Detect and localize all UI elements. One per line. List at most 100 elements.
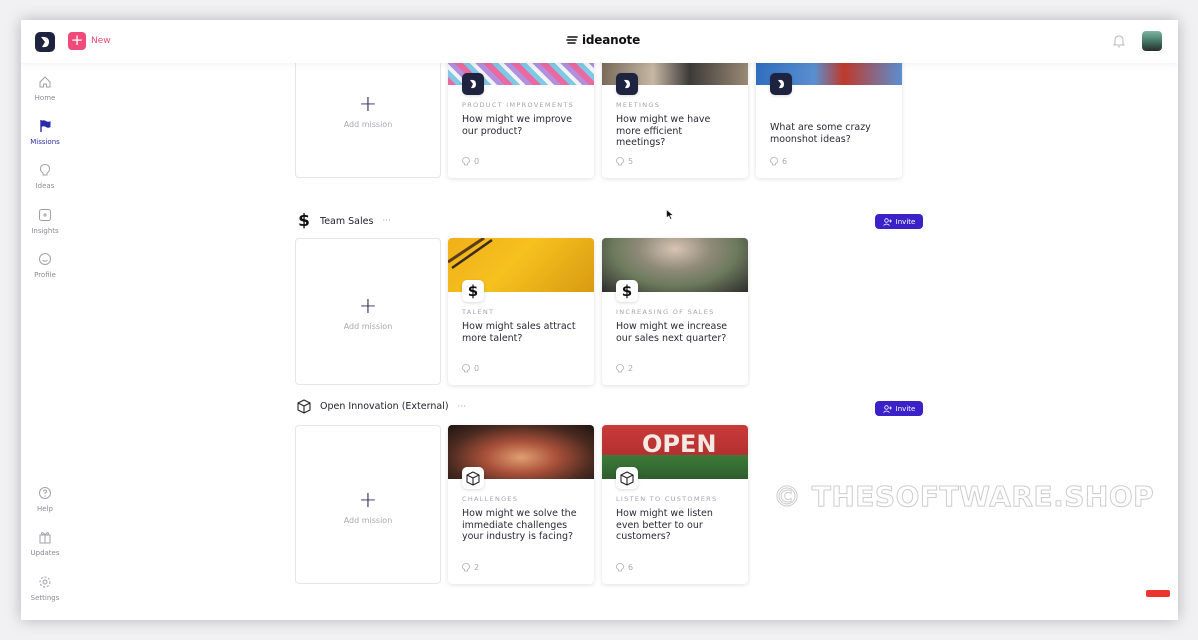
idea-count: 6: [770, 157, 787, 166]
mission-card[interactable]: CHALLENGES How might we solve the immedi…: [448, 425, 594, 584]
add-user-icon: [882, 404, 892, 413]
sidebar-item-insights[interactable]: Insights: [21, 208, 69, 235]
mission-card[interactable]: OPEN LISTEN TO CUSTOMERS How might we li…: [602, 425, 748, 584]
mission-card[interactable]: What are some crazy moonshot ideas? 6: [756, 53, 902, 178]
mission-card[interactable]: PRODUCT IMPROVEMENTS How might we improv…: [448, 53, 594, 178]
lightbulb-icon: [39, 163, 51, 176]
add-mission-label: Add mission: [343, 322, 393, 331]
lightbulb-icon: [616, 157, 624, 166]
more-options-icon[interactable]: ···: [458, 402, 467, 412]
mission-card[interactable]: $ TALENT How might sales attract more ta…: [447, 236, 594, 385]
sidebar-item-settings[interactable]: Settings: [21, 575, 69, 602]
mission-category: MEETINGS: [616, 101, 661, 109]
add-mission-card[interactable]: + Add mission: [295, 53, 441, 178]
dollar-icon: $: [298, 211, 310, 231]
new-button-label: New: [91, 36, 111, 46]
idea-count-value: 2: [474, 563, 480, 572]
sidebar-item-label: Home: [34, 94, 56, 102]
mission-title: What are some crazy moonshot ideas?: [770, 122, 871, 145]
mouse-cursor-icon: [666, 205, 674, 224]
plus-icon: +: [68, 32, 86, 50]
ideanote-logo-icon: [770, 73, 792, 95]
gift-icon: [39, 532, 51, 544]
new-button[interactable]: + New: [68, 32, 111, 50]
idea-count-value: 0: [474, 157, 480, 166]
ideanote-mark-icon: [566, 36, 578, 44]
idea-count: 2: [462, 563, 479, 572]
lightbulb-icon: [462, 157, 470, 166]
sidebar-item-label: Help: [37, 505, 53, 513]
add-user-icon: [882, 217, 892, 226]
smiley-icon: [39, 253, 51, 265]
invite-label: Invite: [895, 217, 916, 226]
mission-card[interactable]: MEETINGS How might we have more efficien…: [602, 53, 748, 178]
app-window: + New ideanote Home Missions Ideas Insig…: [21, 20, 1178, 620]
insights-icon: [39, 209, 51, 221]
lightbulb-icon: [616, 563, 624, 572]
mission-title: How might we have more efficient meeting…: [616, 114, 711, 148]
help-icon: [39, 487, 51, 499]
watermark: © THESOFTWARE.SHOP: [772, 480, 1155, 514]
cube-icon: [462, 467, 484, 489]
idea-count-value: 6: [782, 157, 788, 166]
sidebar-item-ideas[interactable]: Ideas: [21, 163, 69, 190]
sidebar-item-profile[interactable]: Profile: [21, 252, 69, 279]
top-bar: + New ideanote: [21, 20, 1178, 63]
idea-count: 6: [616, 563, 633, 572]
add-mission-card[interactable]: + Add mission: [295, 425, 441, 584]
mission-title: How might we improve our product?: [462, 114, 572, 137]
more-options-icon[interactable]: ···: [382, 216, 391, 226]
idea-count-value: 6: [628, 563, 634, 572]
plus-icon: +: [358, 294, 378, 319]
invite-button[interactable]: Invite: [875, 214, 923, 229]
mission-category: INCREASING OF SALES: [616, 308, 715, 316]
cube-icon: [297, 399, 311, 414]
sidebar-item-label: Updates: [30, 549, 60, 557]
ideanote-logo-icon: [462, 73, 484, 95]
sidebar-item-missions[interactable]: Missions: [21, 119, 69, 146]
sidebar-item-home[interactable]: Home: [21, 75, 69, 102]
sidebar-item-help[interactable]: Help: [21, 486, 69, 513]
lightbulb-icon: [462, 563, 470, 572]
sidebar-item-label: Insights: [31, 227, 59, 235]
add-mission-label: Add mission: [343, 516, 393, 525]
group-header-team-sales: $ Team Sales ···: [297, 211, 391, 231]
dollar-icon: $: [616, 280, 638, 302]
group-header-open-innovation: Open Innovation (External) ···: [297, 399, 466, 414]
mission-title: How might we listen even better to our c…: [616, 508, 713, 542]
mission-category: TALENT: [462, 308, 495, 316]
idea-count: 5: [616, 157, 633, 166]
sidebar-item-label: Missions: [30, 138, 60, 146]
lightbulb-icon: [770, 157, 778, 166]
dollar-icon: $: [462, 280, 484, 302]
lightbulb-icon: [616, 364, 624, 373]
ideanote-logo-icon[interactable]: [35, 32, 55, 52]
recording-badge: [1146, 590, 1170, 597]
idea-count: 0: [462, 364, 479, 373]
cube-icon: [616, 467, 638, 489]
svg-text:OPEN: OPEN: [642, 430, 716, 458]
mission-title: How might we solve the immediate challen…: [462, 508, 577, 542]
idea-count: 2: [616, 364, 633, 373]
idea-count-value: 0: [474, 364, 480, 373]
flag-icon: [40, 120, 51, 132]
sidebar-item-label: Profile: [34, 271, 56, 279]
mission-title: How might we increase our sales next qua…: [616, 321, 728, 344]
mission-category: PRODUCT IMPROVEMENTS: [462, 101, 575, 109]
mission-card[interactable]: $ INCREASING OF SALES How might we incre…: [602, 238, 748, 385]
group-name: Open Innovation (External): [320, 401, 449, 412]
mission-category: LISTEN TO CUSTOMERS: [616, 495, 718, 503]
sidebar-item-label: Ideas: [35, 182, 55, 190]
sidebar-item-updates[interactable]: Updates: [21, 530, 69, 557]
brand-logo: ideanote: [566, 33, 640, 47]
add-mission-card[interactable]: + Add mission: [295, 238, 441, 385]
plus-icon: +: [358, 488, 378, 513]
invite-button[interactable]: Invite: [875, 401, 923, 416]
ideanote-logo-icon: [616, 73, 638, 95]
avatar[interactable]: [1142, 31, 1162, 51]
bell-icon[interactable]: [1112, 33, 1126, 53]
mission-title: How might sales attract more talent?: [462, 321, 576, 344]
sidebar: Home Missions Ideas Insights Profile Hel…: [21, 63, 69, 620]
lightbulb-icon: [462, 364, 470, 373]
add-mission-label: Add mission: [343, 120, 393, 129]
